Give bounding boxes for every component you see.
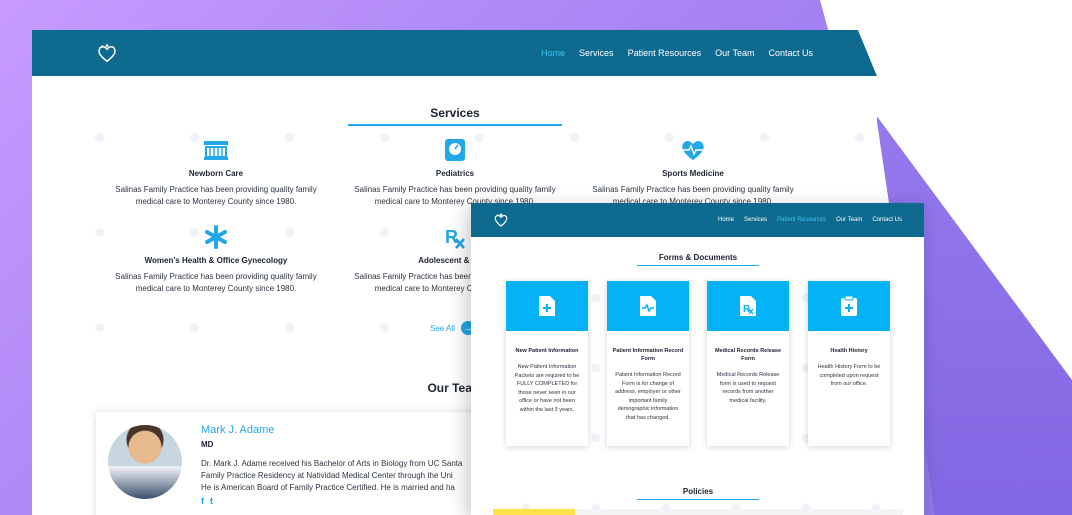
asterisk-icon xyxy=(101,224,331,250)
form-title: Health History xyxy=(830,348,868,354)
top-navbar: Home Services Patient Resources Our Team… xyxy=(471,203,924,237)
facebook-icon[interactable]: f xyxy=(201,496,204,506)
logo-icon[interactable] xyxy=(96,42,118,64)
policies-heading: Policies xyxy=(637,487,759,500)
nav-services[interactable]: Services xyxy=(744,217,767,223)
service-desc: Salinas Family Practice has been providi… xyxy=(115,185,317,206)
social-links: f t xyxy=(201,496,213,506)
service-name: Sports Medicine xyxy=(662,169,724,178)
nav-our-team[interactable]: Our Team xyxy=(715,48,754,58)
nav-patient-resources[interactable]: Patient Resources xyxy=(628,48,702,58)
service-sports-medicine[interactable]: Sports Medicine Salinas Family Practice … xyxy=(578,137,808,208)
team-member-card[interactable]: Mark J. Adame MD Dr. Mark J. Adame recei… xyxy=(96,412,536,515)
form-desc: Medical Records Release form is used to … xyxy=(716,372,780,404)
website-patient-resources-screenshot: Home Services Patient Resources Our Team… xyxy=(471,203,924,515)
heading-underline xyxy=(637,499,759,500)
form-card-new-patient[interactable]: New Patient Information New Patient Info… xyxy=(506,281,588,446)
policy-card-accent xyxy=(493,509,575,515)
nav-home[interactable]: Home xyxy=(541,48,565,58)
nav-menu: Home Services Patient Resources Our Team… xyxy=(541,48,813,58)
forms-heading-text: Forms & Documents xyxy=(658,253,738,262)
form-title: Medical Records Release Form xyxy=(714,348,782,362)
heartbeat-icon xyxy=(578,137,808,163)
scale-icon xyxy=(340,137,570,163)
services-heading-text: Services xyxy=(430,106,480,120)
see-all-link[interactable]: See All → xyxy=(430,321,475,335)
form-desc: New Patient Information Packets are requ… xyxy=(514,364,580,413)
document-plus-icon xyxy=(506,281,588,331)
form-card-health-history[interactable]: Health History Health History Form to be… xyxy=(808,281,890,446)
logo-icon[interactable] xyxy=(493,212,509,228)
see-all-label: See All xyxy=(430,323,455,333)
service-womens-health[interactable]: Women’s Health & Office Gynecology Salin… xyxy=(101,224,331,295)
services-heading: Services xyxy=(348,106,562,126)
service-newborn-care[interactable]: Newborn Care Salinas Family Practice has… xyxy=(101,137,331,208)
policies-card-strip xyxy=(493,509,903,515)
twitter-icon[interactable]: t xyxy=(210,496,213,506)
service-name: Pediatrics xyxy=(435,169,475,178)
policies-heading-text: Policies xyxy=(682,487,714,496)
team-member-name[interactable]: Mark J. Adame xyxy=(201,424,274,436)
forms-heading: Forms & Documents xyxy=(637,253,759,266)
nav-menu: Home Services Patient Resources Our Team… xyxy=(718,217,902,223)
nav-contact-us[interactable]: Contact Us xyxy=(768,48,813,58)
nav-services[interactable]: Services xyxy=(579,48,614,58)
form-card-medical-records-release[interactable]: R Medical Records Release Form Medical R… xyxy=(707,281,789,446)
top-navbar: Home Services Patient Resources Our Team… xyxy=(32,30,877,76)
document-rx-icon: R xyxy=(707,281,789,331)
service-name: Newborn Care xyxy=(188,169,244,178)
nav-home[interactable]: Home xyxy=(718,217,734,223)
team-member-role: MD xyxy=(201,440,214,449)
form-desc: Patient Information Record Form is for c… xyxy=(615,372,681,421)
form-card-patient-info-record[interactable]: Patient Information Record Form Patient … xyxy=(607,281,689,446)
form-title: New Patient Information xyxy=(515,348,579,354)
service-pediatrics[interactable]: Pediatrics Salinas Family Practice has b… xyxy=(340,137,570,208)
nav-contact-us[interactable]: Contact Us xyxy=(872,217,902,223)
form-title: Patient Information Record Form xyxy=(612,348,684,362)
service-name: Women’s Health & Office Gynecology xyxy=(144,256,288,265)
heading-underline xyxy=(348,124,562,126)
form-desc: Health History Form to be completed upon… xyxy=(817,364,881,387)
nav-patient-resources[interactable]: Patient Resources xyxy=(777,217,826,223)
heading-underline xyxy=(637,265,759,266)
avatar xyxy=(108,425,182,499)
document-pulse-icon xyxy=(607,281,689,331)
clipboard-plus-icon xyxy=(808,281,890,331)
crib-icon xyxy=(101,137,331,163)
nav-our-team[interactable]: Our Team xyxy=(836,217,862,223)
svg-text:R: R xyxy=(445,227,458,247)
service-desc: Salinas Family Practice has been providi… xyxy=(115,272,317,293)
